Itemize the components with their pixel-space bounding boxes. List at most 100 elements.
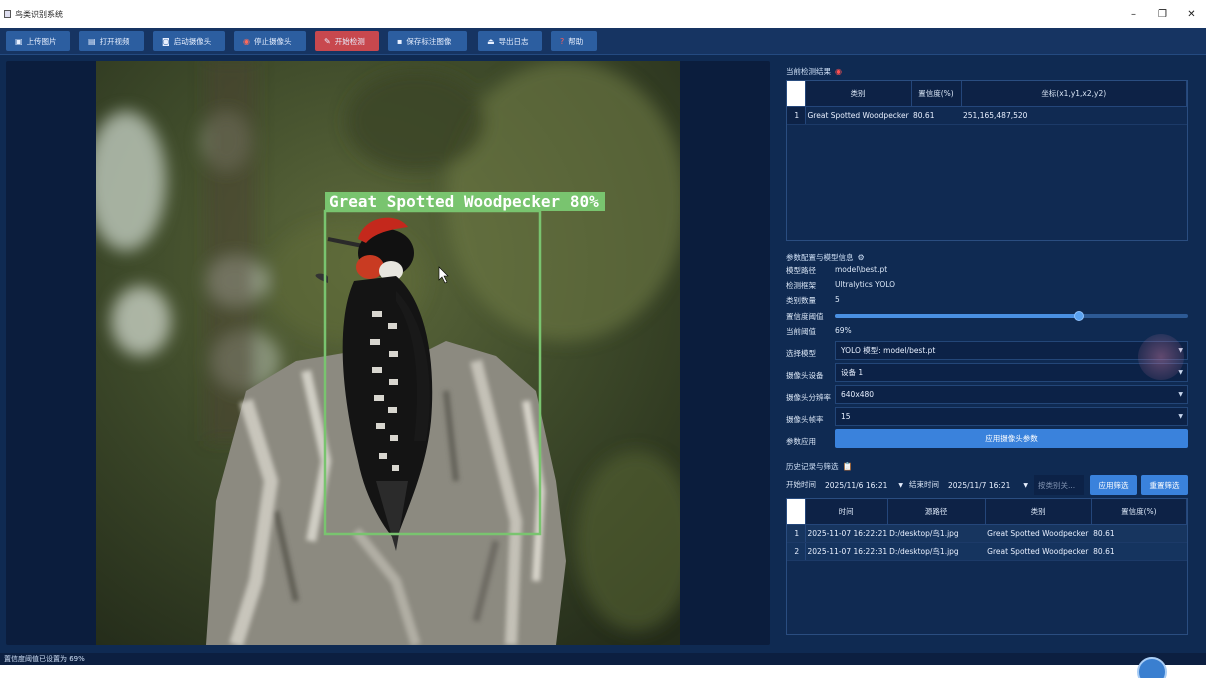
- stop-camera-button[interactable]: ◉ 停止摄像头: [234, 31, 306, 51]
- export-icon: ⏏: [487, 36, 495, 46]
- camera-device-select[interactable]: 设备 1 ▼: [835, 363, 1188, 382]
- history-filter-row: 开始时间 2025/11/6 16:21 ▼ 结束时间 2025/11/7 16…: [786, 475, 1190, 495]
- start-time-value: 2025/11/6 16:21: [825, 480, 888, 490]
- reset-filter-button[interactable]: 重置筛选: [1141, 475, 1188, 495]
- apply-filter-button[interactable]: 应用筛选: [1090, 475, 1137, 495]
- row-confidence: 80.61: [1091, 542, 1187, 561]
- results-col-coords[interactable]: 坐标(x1,y1,x2,y2): [961, 81, 1187, 107]
- bottom-strip: [0, 665, 1206, 678]
- history-table-row[interactable]: 2 2025-11-07 16:22:31 D:/desktop/鸟1.jpg …: [787, 542, 1187, 561]
- history-col-path[interactable]: 源路径: [887, 499, 986, 525]
- engine-label: 检测框架: [786, 281, 816, 290]
- gear-icon: ⚙: [857, 253, 865, 262]
- model-path-label: 模型路径: [786, 266, 816, 275]
- window-title: 鸟类识别系统: [15, 9, 63, 19]
- help-icon: ?: [560, 36, 565, 46]
- engine-value: Ultralytics YOLO: [835, 280, 896, 289]
- current-threshold-value: 69%: [835, 326, 852, 335]
- row-time: 2025-11-07 16:22:21: [805, 524, 888, 543]
- row-path: D:/desktop/鸟1.jpg: [887, 542, 986, 561]
- detection-image: Great Spotted Woodpecker 80%: [96, 61, 680, 645]
- target-icon: ◉: [835, 67, 842, 76]
- fps-select[interactable]: 15 ▼: [835, 407, 1188, 426]
- resolution-label: 摄像头分辨率: [786, 393, 831, 402]
- model-path-value: model\best.pt: [835, 265, 888, 274]
- main-area: Great Spotted Woodpecker 80% 当前检测结果 ◉ 类别…: [0, 55, 1206, 653]
- start-camera-button[interactable]: ◙ 启动摄像头: [153, 31, 225, 51]
- image-icon: ▣: [15, 36, 23, 46]
- row-category: Great Spotted Woodpecker: [985, 524, 1092, 543]
- stop-camera-label: 停止摄像头: [253, 36, 292, 46]
- close-button[interactable]: ✕: [1177, 0, 1206, 28]
- row-category: Great Spotted Woodpecker: [805, 106, 911, 125]
- row-category: Great Spotted Woodpecker: [985, 542, 1092, 561]
- current-threshold-label: 当前阈值: [786, 327, 816, 336]
- start-time-label: 开始时间: [786, 480, 816, 489]
- config-title: 参数配置与模型信息 ⚙: [786, 252, 865, 263]
- model-select-value: YOLO 模型: model/best.pt: [841, 346, 936, 355]
- status-bar: 置信度阈值已设置为 69%: [0, 653, 1206, 665]
- chevron-down-icon: ▼: [1178, 391, 1183, 398]
- results-title-text: 当前检测结果: [786, 67, 831, 76]
- start-detection-label: 开始检测: [334, 36, 365, 46]
- export-log-button[interactable]: ⏏ 导出日志: [478, 31, 542, 51]
- start-camera-label: 启动摄像头: [173, 36, 212, 46]
- results-title: 当前检测结果 ◉: [786, 66, 842, 77]
- apply-label: 参数应用: [786, 437, 816, 446]
- history-col-confidence[interactable]: 置信度(%): [1091, 499, 1188, 525]
- apply-camera-params-button[interactable]: 应用摄像头参数: [835, 429, 1188, 448]
- camera-device-value: 设备 1: [841, 368, 864, 377]
- category-search-input[interactable]: 按类别关...: [1034, 475, 1084, 495]
- results-col-category[interactable]: 类别: [805, 81, 912, 107]
- results-table-panel: 类别 置信度(%) 坐标(x1,y1,x2,y2) 1 Great Spotte…: [786, 80, 1188, 241]
- fps-label: 摄像头帧率: [786, 415, 824, 424]
- help-button[interactable]: ? 帮助: [551, 31, 597, 51]
- history-title-text: 历史记录与筛选: [786, 462, 839, 471]
- results-col-confidence[interactable]: 置信度(%): [911, 81, 962, 107]
- chevron-down-icon: ▼: [1178, 413, 1183, 420]
- open-video-button[interactable]: ▤ 打开视频: [79, 31, 144, 51]
- pen-icon: ✎: [324, 36, 331, 46]
- minimize-button[interactable]: –: [1119, 0, 1148, 28]
- history-table-corner: [787, 499, 806, 525]
- help-label: 帮助: [568, 36, 584, 46]
- model-select-label: 选择模型: [786, 349, 816, 358]
- end-time-value: 2025/11/7 16:21: [948, 480, 1011, 490]
- app-icon: [4, 10, 11, 18]
- results-table-row[interactable]: 1 Great Spotted Woodpecker 80.61 251,165…: [787, 106, 1187, 125]
- end-time-label: 结束时间: [909, 480, 939, 489]
- history-col-time[interactable]: 时间: [805, 499, 888, 525]
- start-time-picker[interactable]: 2025/11/6 16:21 ▼: [821, 475, 905, 495]
- threshold-slider[interactable]: [835, 311, 1188, 321]
- class-count-label: 类别数量: [786, 296, 816, 305]
- export-log-label: 导出日志: [498, 36, 529, 46]
- save-icon: ▪: [397, 36, 403, 46]
- chevron-down-icon: ▼: [898, 481, 903, 489]
- row-index: 1: [787, 524, 806, 543]
- video-icon: ▤: [88, 36, 96, 46]
- maximize-button[interactable]: ❐: [1148, 0, 1177, 28]
- end-time-picker[interactable]: 2025/11/7 16:21 ▼: [944, 475, 1030, 495]
- save-annotated-label: 保存标注图像: [406, 36, 452, 46]
- decorative-glow: [1138, 334, 1184, 380]
- resolution-select[interactable]: 640x480 ▼: [835, 385, 1188, 404]
- save-annotated-button[interactable]: ▪ 保存标注图像: [388, 31, 467, 51]
- results-table: 类别 置信度(%) 坐标(x1,y1,x2,y2) 1 Great Spotte…: [787, 81, 1187, 125]
- row-coords: 251,165,487,520: [961, 106, 1187, 125]
- results-table-corner: [787, 81, 806, 107]
- row-index: 2: [787, 542, 806, 561]
- open-video-label: 打开视频: [99, 36, 130, 46]
- camera-icon: ◙: [162, 36, 170, 46]
- stop-icon: ◉: [243, 36, 250, 46]
- woodpecker-photo: Great Spotted Woodpecker 80%: [96, 61, 680, 645]
- toolbar: ▣ 上传图片 ▤ 打开视频 ◙ 启动摄像头 ◉ 停止摄像头 ✎ 开始检测 ▪ 保…: [0, 28, 1206, 55]
- start-detection-button[interactable]: ✎ 开始检测: [315, 31, 379, 51]
- clipboard-icon: 📋: [842, 462, 853, 471]
- row-index: 1: [787, 106, 806, 125]
- history-col-category[interactable]: 类别: [985, 499, 1092, 525]
- history-table-row[interactable]: 1 2025-11-07 16:22:21 D:/desktop/鸟1.jpg …: [787, 524, 1187, 543]
- row-confidence: 80.61: [1091, 524, 1187, 543]
- upload-image-button[interactable]: ▣ 上传图片: [6, 31, 70, 51]
- threshold-slider-handle[interactable]: [1073, 311, 1084, 321]
- model-select[interactable]: YOLO 模型: model/best.pt ▼: [835, 341, 1188, 360]
